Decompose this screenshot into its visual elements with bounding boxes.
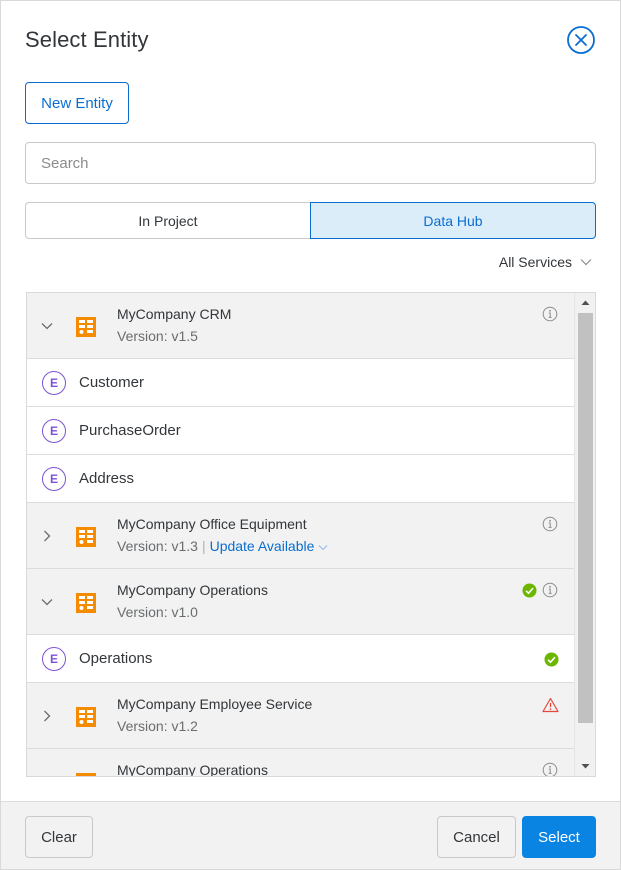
vertical-scrollbar[interactable] (574, 293, 595, 776)
service-icon (76, 707, 96, 727)
chevron-right-icon[interactable] (40, 775, 54, 777)
entity-badge-icon: E (42, 371, 66, 395)
entity-row-customer[interactable]: E Customer (27, 359, 575, 407)
info-icon[interactable] (542, 306, 558, 322)
search-input[interactable] (25, 142, 596, 184)
close-circle-icon (567, 26, 595, 54)
version-separator: | (201, 538, 206, 554)
scroll-up-arrow-icon[interactable] (575, 293, 596, 313)
service-name: MyCompany Operations (117, 582, 268, 598)
source-segmented-button: In Project Data Hub (25, 202, 596, 239)
service-version: Version: v1.0 (117, 604, 198, 620)
entity-name: PurchaseOrder (79, 422, 181, 439)
warning-icon[interactable] (542, 697, 559, 713)
entity-name: Customer (79, 374, 145, 391)
select-entity-dialog: Select Entity New Entity In Project Data… (0, 0, 621, 870)
service-name: MyCompany Operations (117, 762, 268, 777)
chevron-right-icon[interactable] (40, 709, 54, 723)
scrollbar-thumb[interactable] (578, 313, 593, 723)
service-version: Version: v1.5 (117, 328, 198, 344)
entity-name: Operations (79, 650, 153, 667)
service-name: MyCompany Office Equipment (117, 516, 307, 532)
info-icon[interactable] (542, 762, 558, 777)
scroll-down-arrow-icon[interactable] (575, 756, 596, 776)
close-button[interactable] (566, 25, 596, 55)
service-list-content: MyCompany CRM Version: v1.5 E Customer E… (27, 293, 575, 777)
service-name: MyCompany Employee Service (117, 696, 313, 712)
chevron-down-icon[interactable] (40, 595, 54, 609)
chevron-right-icon[interactable] (40, 529, 54, 543)
tab-in-project[interactable]: In Project (25, 202, 310, 239)
dialog-title: Select Entity (25, 27, 149, 52)
service-version: Version: v1.3 (117, 538, 198, 554)
service-version-line: Version: v1.3 | Update Available (117, 538, 328, 554)
service-row-employee-service[interactable]: MyCompany Employee Service Version: v1.2 (27, 683, 575, 749)
dialog-header: Select Entity (25, 25, 596, 55)
select-button[interactable]: Select (522, 816, 596, 858)
entity-row-operations[interactable]: E Operations (27, 635, 575, 683)
service-name: MyCompany CRM (117, 306, 232, 322)
services-filter-dropdown[interactable]: All Services (499, 253, 592, 271)
entity-row-purchaseorder[interactable]: E PurchaseOrder (27, 407, 575, 455)
update-available-link[interactable]: Update Available (210, 538, 329, 554)
entity-badge-icon: E (42, 467, 66, 491)
service-icon (76, 593, 96, 613)
service-row-operations-2[interactable]: MyCompany Operations (27, 749, 575, 777)
service-row-office-equipment[interactable]: MyCompany Office Equipment Version: v1.3… (27, 503, 575, 569)
cancel-button[interactable]: Cancel (437, 816, 516, 858)
new-entity-button[interactable]: New Entity (25, 82, 129, 124)
chevron-down-icon (318, 545, 328, 551)
chevron-down-icon[interactable] (40, 319, 54, 333)
service-icon (76, 317, 96, 337)
tab-data-hub[interactable]: Data Hub (310, 202, 596, 239)
entity-row-address[interactable]: E Address (27, 455, 575, 503)
info-icon[interactable] (542, 516, 558, 532)
service-icon (76, 773, 96, 776)
entity-name: Address (79, 470, 135, 487)
services-filter-label: All Services (498, 254, 572, 270)
service-icon (76, 527, 96, 547)
entity-badge-icon: E (42, 419, 66, 443)
update-available-label: Update Available (209, 538, 315, 554)
service-version: Version: v1.2 (117, 718, 198, 734)
service-row-operations[interactable]: MyCompany Operations Version: v1.0 (27, 569, 575, 635)
dialog-footer: Clear Cancel Select (1, 801, 620, 869)
entity-badge-icon: E (42, 647, 66, 671)
service-list[interactable]: MyCompany CRM Version: v1.5 E Customer E… (26, 292, 596, 777)
success-check-icon (522, 583, 537, 598)
info-icon[interactable] (542, 582, 558, 598)
service-row-crm[interactable]: MyCompany CRM Version: v1.5 (27, 293, 575, 359)
clear-button[interactable]: Clear (25, 816, 93, 858)
success-check-icon (544, 652, 559, 667)
chevron-down-icon (580, 259, 592, 266)
